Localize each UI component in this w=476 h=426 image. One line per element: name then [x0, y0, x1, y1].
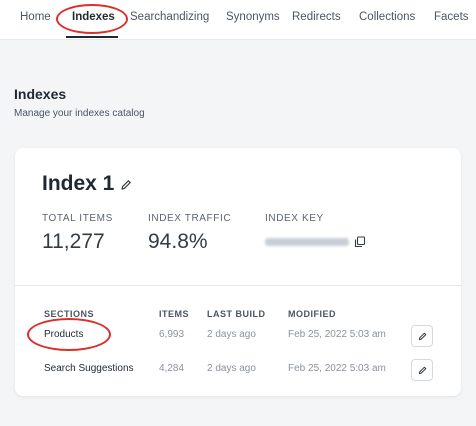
items-count: 6,993 [159, 329, 185, 340]
edit-section-button[interactable] [411, 359, 433, 381]
items-header: ITEMS [159, 309, 190, 319]
card-divider [15, 285, 461, 286]
tab-synonyms[interactable]: Synonyms [226, 11, 280, 23]
tab-home[interactable]: Home [20, 11, 51, 23]
table-row: Products 6,993 2 days ago Feb 25, 2022 5… [15, 325, 461, 347]
pencil-icon [418, 366, 427, 375]
sections-header: SECTIONS [44, 309, 95, 319]
modified-header: MODIFIED [288, 309, 336, 319]
pencil-icon[interactable] [119, 178, 133, 192]
last-build: 2 days ago [207, 329, 256, 340]
pencil-icon [418, 332, 427, 341]
items-count: 4,284 [159, 363, 185, 374]
tab-indexes[interactable]: Indexes [72, 11, 115, 23]
page-subtitle: Manage your indexes catalog [14, 108, 145, 119]
total-items-label: TOTAL ITEMS [42, 213, 113, 224]
index-key-label: INDEX KEY [265, 213, 324, 224]
table-row: Search Suggestions 4,284 2 days ago Feb … [15, 359, 461, 381]
index-title: Index 1 [42, 172, 115, 195]
modified-date: Feb 25, 2022 5:03 am [288, 363, 386, 374]
index-card: Index 1 TOTAL ITEMS 11,277 INDEX TRAFFIC… [15, 148, 461, 396]
active-tab-indicator [66, 36, 118, 38]
section-name-products[interactable]: Products [44, 329, 83, 340]
tab-facets[interactable]: Facets [434, 11, 469, 23]
index-traffic-value: 94.8% [148, 230, 208, 253]
last-build-header: LAST BUILD [207, 309, 266, 319]
tab-searchandizing[interactable]: Searchandizing [130, 11, 209, 23]
top-nav: Home Indexes Searchandizing Synonyms Red… [0, 0, 476, 40]
page-title: Indexes [14, 86, 67, 102]
index-key-value-redacted [265, 238, 349, 246]
modified-date: Feb 25, 2022 5:03 am [288, 329, 386, 340]
section-name-search-suggestions[interactable]: Search Suggestions [44, 363, 134, 374]
copy-icon[interactable] [354, 235, 366, 248]
tab-collections[interactable]: Collections [359, 11, 415, 23]
edit-section-button[interactable] [411, 325, 433, 347]
tab-redirects[interactable]: Redirects [292, 11, 341, 23]
total-items-value: 11,277 [42, 230, 105, 253]
last-build: 2 days ago [207, 363, 256, 374]
index-traffic-label: INDEX TRAFFIC [148, 213, 232, 224]
